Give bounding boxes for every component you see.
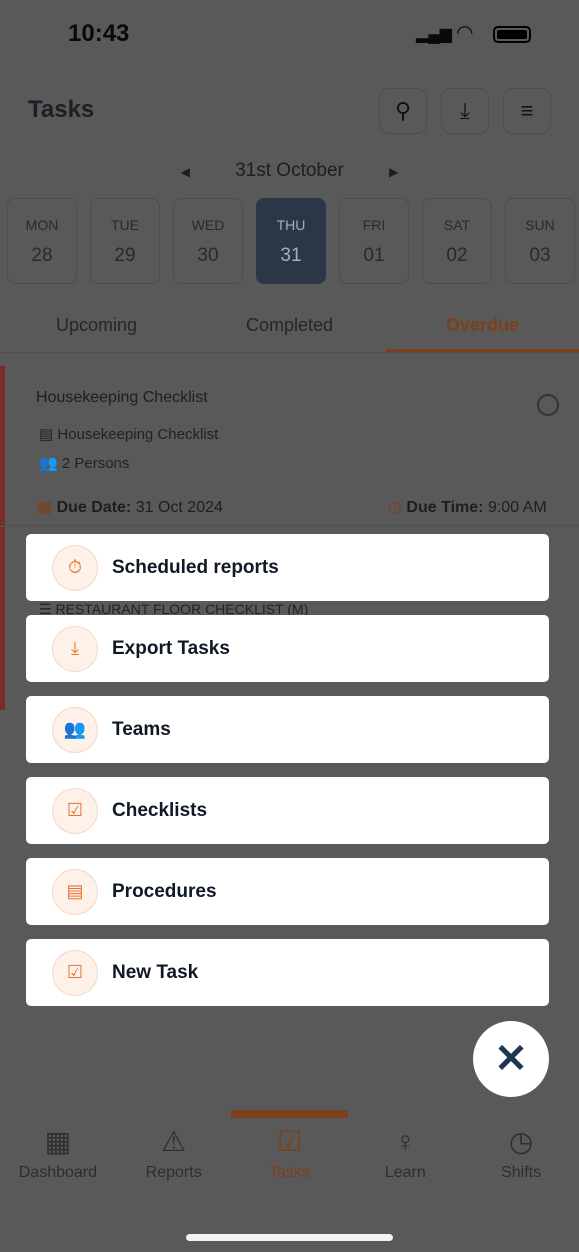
filter-icon: ≡ bbox=[520, 98, 534, 123]
menu-label: Procedures bbox=[112, 880, 217, 902]
day-name: TUE bbox=[111, 217, 139, 233]
nav-reports[interactable]: ⚠ Reports bbox=[116, 1110, 232, 1182]
menu-export-tasks[interactable]: ⤓ Export Tasks bbox=[26, 615, 549, 682]
task-title: Housekeeping Checklist bbox=[36, 389, 208, 406]
checklist-row: ▤ Housekeeping Checklist bbox=[39, 425, 218, 443]
clock: 10:43 bbox=[68, 20, 130, 47]
wifi-icon: ◠ bbox=[456, 22, 474, 44]
day-number: 03 bbox=[529, 245, 551, 266]
menu-new-task[interactable]: ☑ New Task bbox=[26, 939, 549, 1006]
current-date: 31st October bbox=[235, 160, 344, 181]
due-date-value: 31 Oct 2024 bbox=[135, 499, 223, 516]
week-strip: MON 28 TUE 29 WED 30 THU 31 FRI 01 SAT 02 SUN 0… bbox=[7, 198, 575, 284]
assignees-count: 2 Persons bbox=[61, 455, 130, 472]
next-date-button[interactable]: ▶ bbox=[389, 165, 398, 179]
task-card[interactable]: Housekeeping Checklist ▤ Housekeeping Ch… bbox=[0, 366, 579, 526]
task-complete-radio[interactable] bbox=[537, 394, 559, 416]
due-date: ▦ Due Date: 31 Oct 2024 bbox=[37, 497, 223, 517]
menu-label: Scheduled reports bbox=[112, 556, 279, 578]
close-icon: ✕ bbox=[494, 1037, 528, 1081]
menu-label: Teams bbox=[112, 718, 171, 740]
lightbulb-icon: ♀ bbox=[394, 1126, 416, 1157]
nav-shifts[interactable]: ◷ Shifts bbox=[463, 1110, 579, 1182]
tab-upcoming[interactable]: Upcoming bbox=[0, 305, 193, 352]
menu-label: Export Tasks bbox=[112, 637, 230, 659]
day-number: 29 bbox=[114, 245, 136, 266]
nav-label: Shifts bbox=[501, 1164, 542, 1181]
search-icon: ⚲ bbox=[394, 98, 412, 123]
day-name: SAT bbox=[443, 217, 471, 233]
assignees-row: 👥 2 Persons bbox=[39, 454, 129, 472]
users-icon: 👥 bbox=[39, 455, 58, 472]
date-navigator: ◀ 31st October ▶ bbox=[0, 160, 579, 182]
day-number: 02 bbox=[446, 245, 468, 266]
checklist-row: ☰ RESTAURANT FLOOR CHECKLIST (M) bbox=[39, 602, 308, 616]
list-icon: ▤ bbox=[52, 868, 98, 915]
checkbox-icon: ☑ bbox=[276, 1126, 303, 1157]
download-button[interactable]: ⤓ bbox=[441, 88, 489, 134]
day-name: MON bbox=[25, 217, 59, 233]
nav-label: Tasks bbox=[269, 1164, 310, 1181]
day-name: WED bbox=[191, 217, 225, 233]
battery-icon bbox=[493, 26, 531, 43]
status-tabs: Upcoming Completed Overdue bbox=[0, 305, 579, 353]
day-number: 30 bbox=[197, 245, 219, 266]
calendar-icon: ▦ bbox=[37, 499, 53, 516]
day-name: THU bbox=[276, 217, 306, 233]
page-title: Tasks bbox=[28, 96, 95, 123]
due-date-label: Due Date: bbox=[56, 499, 132, 516]
users-icon: 👥 bbox=[52, 706, 98, 753]
due-time: ◷ Due Time: 9:00 AM bbox=[388, 497, 547, 517]
nav-label: Reports bbox=[145, 1164, 202, 1181]
checklist-icon: ▤ bbox=[39, 426, 54, 443]
tab-overdue[interactable]: Overdue bbox=[386, 305, 579, 352]
day-name: FRI bbox=[362, 217, 386, 233]
clock-icon: ◷ bbox=[388, 499, 402, 516]
nav-label: Learn bbox=[384, 1164, 426, 1181]
day-number: 28 bbox=[31, 245, 53, 266]
search-button[interactable]: ⚲ bbox=[379, 88, 427, 134]
signal-icon: ▂▄▆ bbox=[416, 26, 452, 43]
menu-label: Checklists bbox=[112, 799, 208, 821]
checkbox-icon: ☑ bbox=[52, 787, 98, 834]
due-time-value: 9:00 AM bbox=[487, 499, 547, 516]
close-menu-button[interactable]: ✕ bbox=[473, 1021, 549, 1097]
day-thu[interactable]: THU 31 bbox=[256, 198, 326, 284]
modal-backdrop[interactable]: { "status":{"time":"10:43"}, "header":{"… bbox=[0, 0, 579, 1252]
day-tue[interactable]: TUE 29 bbox=[90, 198, 160, 284]
menu-teams[interactable]: 👥 Teams bbox=[26, 696, 549, 763]
day-sun[interactable]: SUN 03 bbox=[505, 198, 575, 284]
download-icon: ⤓ bbox=[460, 98, 470, 123]
day-wed[interactable]: WED 30 bbox=[173, 198, 243, 284]
download-icon: ⤓ bbox=[52, 625, 98, 672]
day-number: 01 bbox=[363, 245, 385, 266]
day-name: SUN bbox=[525, 217, 555, 233]
nav-tasks[interactable]: ☑ Tasks bbox=[232, 1110, 348, 1182]
clock-icon: ◷ bbox=[508, 1126, 534, 1157]
day-number: 31 bbox=[280, 245, 302, 266]
filter-button[interactable]: ≡ bbox=[503, 88, 551, 134]
tab-completed[interactable]: Completed bbox=[193, 305, 386, 352]
menu-scheduled-reports[interactable]: ⏱ Scheduled reports bbox=[26, 534, 549, 601]
day-sat[interactable]: SAT 02 bbox=[422, 198, 492, 284]
stopwatch-icon: ⏱ bbox=[52, 544, 98, 591]
prev-date-button[interactable]: ◀ bbox=[181, 165, 190, 179]
checkbox-icon: ☑ bbox=[52, 949, 98, 996]
active-tab-indicator bbox=[231, 1110, 348, 1118]
warning-icon: ⚠ bbox=[161, 1126, 187, 1157]
menu-procedures[interactable]: ▤ Procedures bbox=[26, 858, 549, 925]
status-bar: 10:43 ▂▄▆ ◠ bbox=[0, 18, 579, 52]
nav-label: Dashboard bbox=[18, 1164, 98, 1181]
nav-dashboard[interactable]: ▦ Dashboard bbox=[0, 1110, 116, 1182]
due-time-label: Due Time: bbox=[406, 499, 484, 516]
menu-label: New Task bbox=[112, 961, 199, 983]
menu-checklists[interactable]: ☑ Checklists bbox=[26, 777, 549, 844]
dashboard-icon: ▦ bbox=[44, 1126, 72, 1157]
checklist-name: Housekeeping Checklist bbox=[57, 426, 219, 443]
bottom-nav: ▦ Dashboard ⚠ Reports ☑ Tasks ♀ Learn ◷ Shift… bbox=[0, 1110, 579, 1182]
day-mon[interactable]: MON 28 bbox=[7, 198, 77, 284]
nav-learn[interactable]: ♀ Learn bbox=[347, 1110, 463, 1182]
home-indicator bbox=[186, 1234, 393, 1241]
day-fri[interactable]: FRI 01 bbox=[339, 198, 409, 284]
